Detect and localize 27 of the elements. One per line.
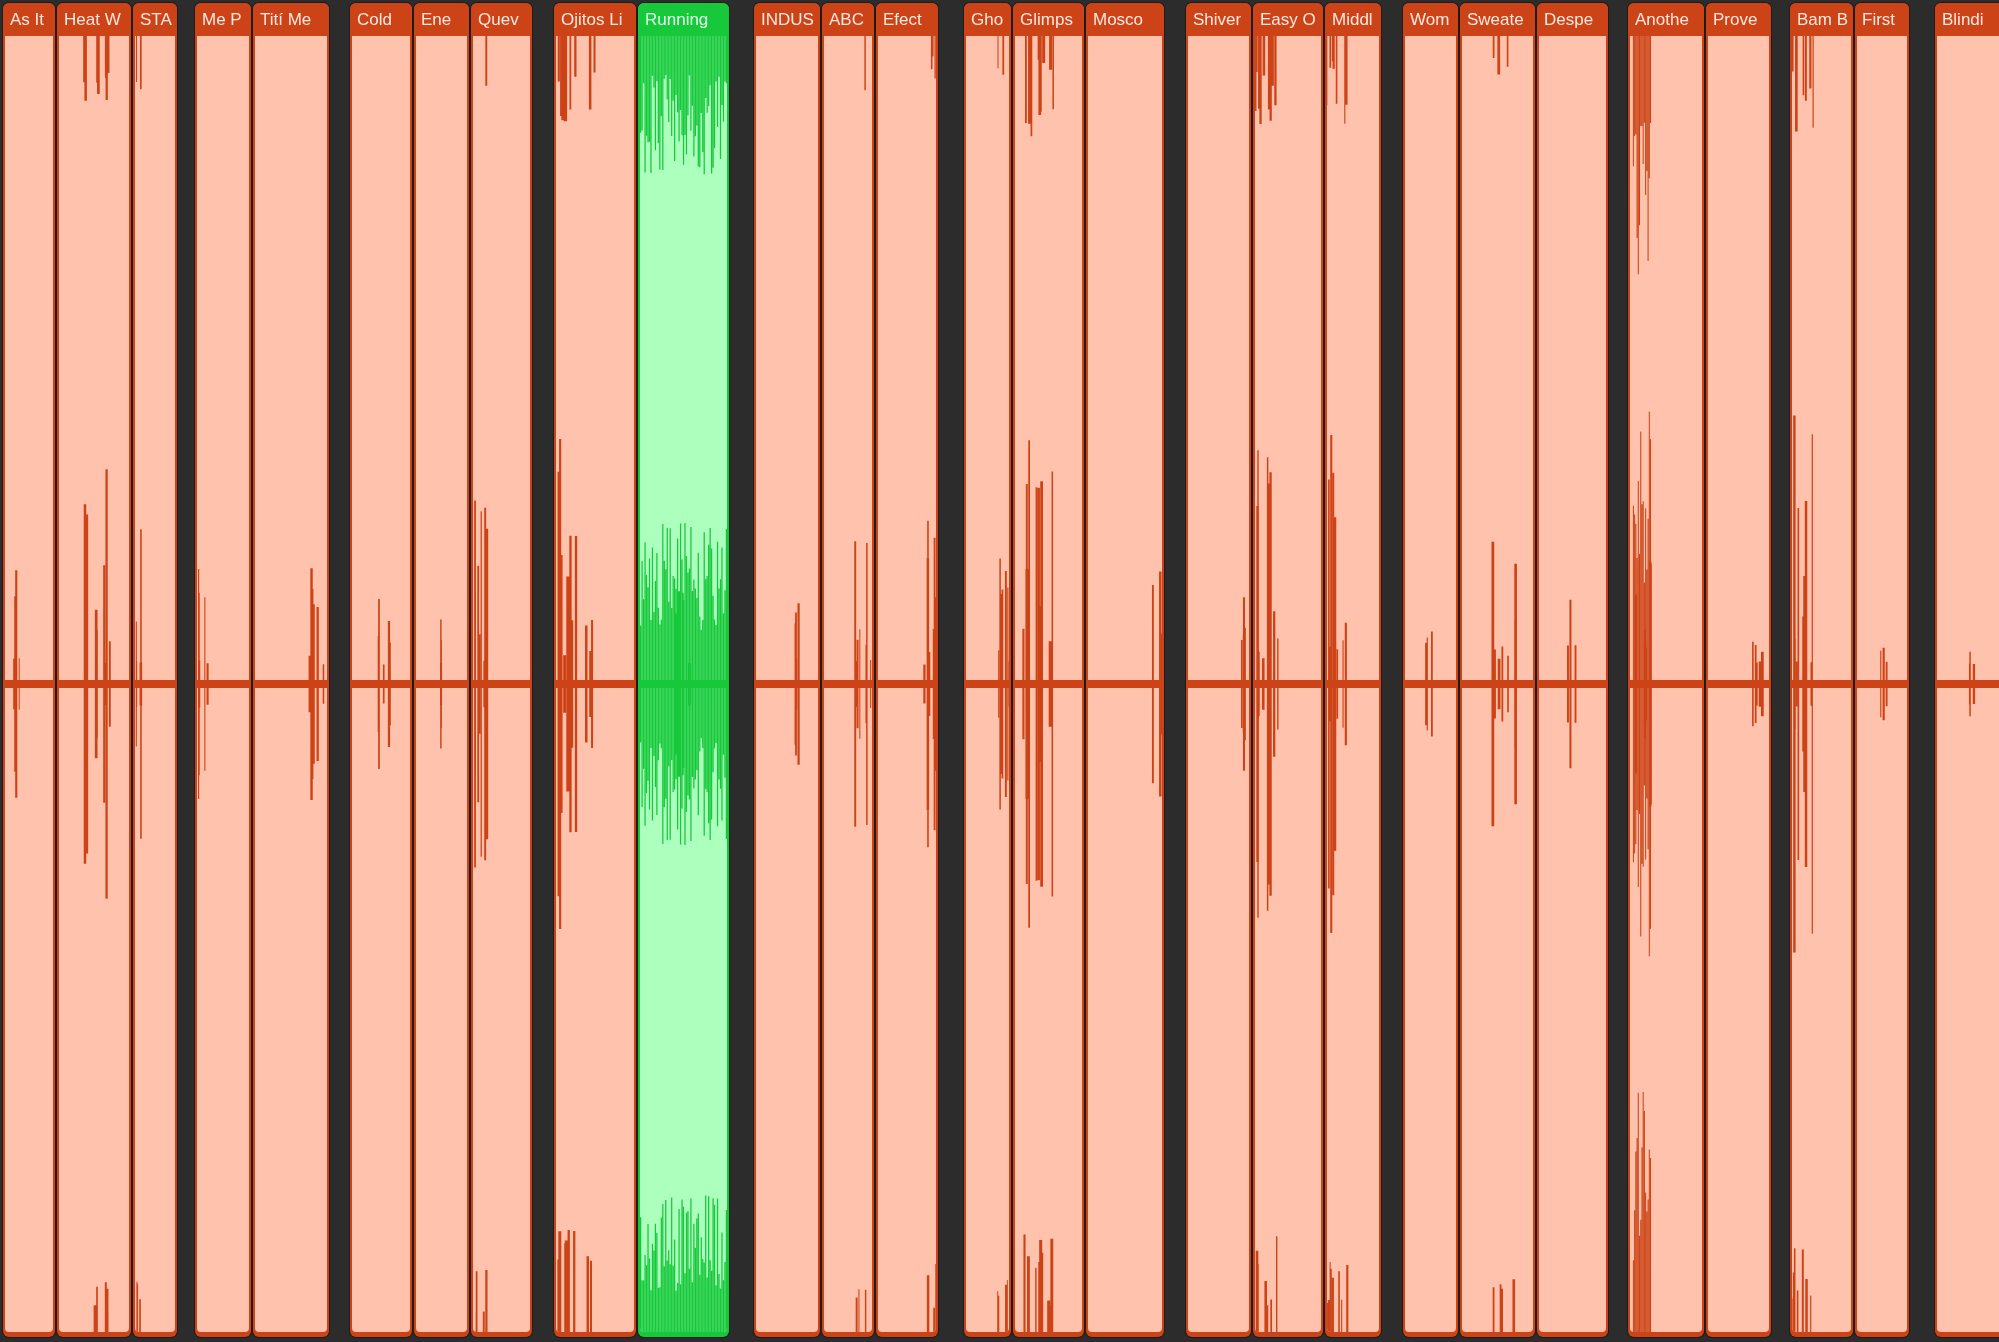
- audio-region[interactable]: Wom: [1403, 3, 1458, 1337]
- audio-region[interactable]: Easy O: [1253, 3, 1323, 1337]
- audio-region[interactable]: Gho: [964, 3, 1011, 1337]
- audio-region[interactable]: Cold: [350, 3, 412, 1337]
- audio-region[interactable]: Efect: [876, 3, 938, 1337]
- audio-region[interactable]: STA: [133, 3, 177, 1337]
- audio-region[interactable]: Sweate: [1460, 3, 1535, 1337]
- audio-region[interactable]: Bam B: [1790, 3, 1853, 1337]
- audio-region[interactable]: Me P: [195, 3, 251, 1337]
- audio-region[interactable]: Ene: [414, 3, 469, 1337]
- audio-region[interactable]: INDUS: [754, 3, 820, 1337]
- audio-region[interactable]: Blindi: [1935, 3, 1999, 1337]
- audio-region[interactable]: Running: [638, 3, 729, 1337]
- audio-region[interactable]: Tití Me: [253, 3, 329, 1337]
- audio-region[interactable]: Prove: [1706, 3, 1771, 1337]
- audio-region[interactable]: ABC: [822, 3, 874, 1337]
- audio-region[interactable]: As It: [3, 3, 55, 1337]
- audio-region[interactable]: Despe: [1537, 3, 1608, 1337]
- audio-region[interactable]: Mosco: [1086, 3, 1164, 1337]
- audio-region[interactable]: Shiver: [1186, 3, 1251, 1337]
- audio-region[interactable]: Middl: [1325, 3, 1381, 1337]
- audio-region[interactable]: Anothe: [1628, 3, 1704, 1337]
- audio-region[interactable]: Heat W: [57, 3, 131, 1337]
- audio-region[interactable]: Glimps: [1013, 3, 1084, 1337]
- audio-region[interactable]: Quev: [471, 3, 532, 1337]
- audio-region[interactable]: First: [1855, 3, 1909, 1337]
- audio-region[interactable]: Ojitos Li: [554, 3, 636, 1337]
